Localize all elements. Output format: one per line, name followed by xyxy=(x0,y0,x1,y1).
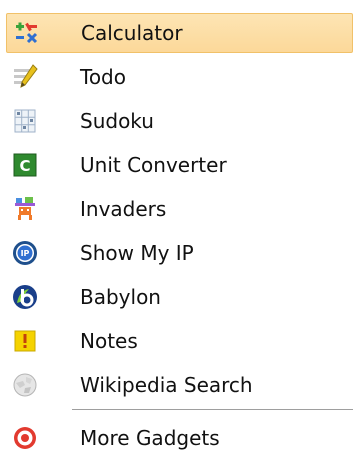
todo-icon xyxy=(11,63,39,91)
menu-item-label: More Gadgets xyxy=(80,426,220,450)
menu-item-label: Wikipedia Search xyxy=(80,373,253,397)
menu-item-label: Show My IP xyxy=(80,241,194,265)
calculator-icon xyxy=(12,19,40,47)
menu-item-notes[interactable]: Notes xyxy=(6,321,353,361)
wikipedia-icon xyxy=(11,371,39,399)
more-gadgets-icon xyxy=(11,424,39,452)
babylon-icon xyxy=(11,283,39,311)
menu-item-label: Sudoku xyxy=(80,109,154,133)
notes-icon xyxy=(11,327,39,355)
menu-item-label: Calculator xyxy=(81,21,183,45)
menu-item-babylon[interactable]: Babylon xyxy=(6,277,353,317)
unit-converter-icon: C xyxy=(11,151,39,179)
menu-item-unit-converter[interactable]: C Unit Converter xyxy=(6,145,353,185)
menu-separator xyxy=(72,409,353,410)
menu-item-wikipedia-search[interactable]: Wikipedia Search xyxy=(6,365,353,405)
menu-item-label: Notes xyxy=(80,329,138,353)
menu-item-invaders[interactable]: Invaders xyxy=(6,189,353,229)
invaders-icon xyxy=(11,195,39,223)
show-my-ip-icon: IP xyxy=(11,239,39,267)
svg-text:IP: IP xyxy=(21,249,30,258)
menu-item-more-gadgets[interactable]: More Gadgets xyxy=(6,418,353,457)
menu-item-calculator[interactable]: Calculator xyxy=(6,13,353,53)
sudoku-icon xyxy=(11,107,39,135)
menu-item-label: Babylon xyxy=(80,285,161,309)
menu-item-show-my-ip[interactable]: IP Show My IP xyxy=(6,233,353,273)
menu-item-todo[interactable]: Todo xyxy=(6,57,353,97)
gadgets-menu: Calculator Todo Sudoku C Unit Converter … xyxy=(0,0,359,457)
menu-item-label: Invaders xyxy=(80,197,167,221)
menu-item-label: Unit Converter xyxy=(80,153,227,177)
menu-item-label: Todo xyxy=(80,65,126,89)
svg-text:C: C xyxy=(19,157,30,175)
menu-item-sudoku[interactable]: Sudoku xyxy=(6,101,353,141)
